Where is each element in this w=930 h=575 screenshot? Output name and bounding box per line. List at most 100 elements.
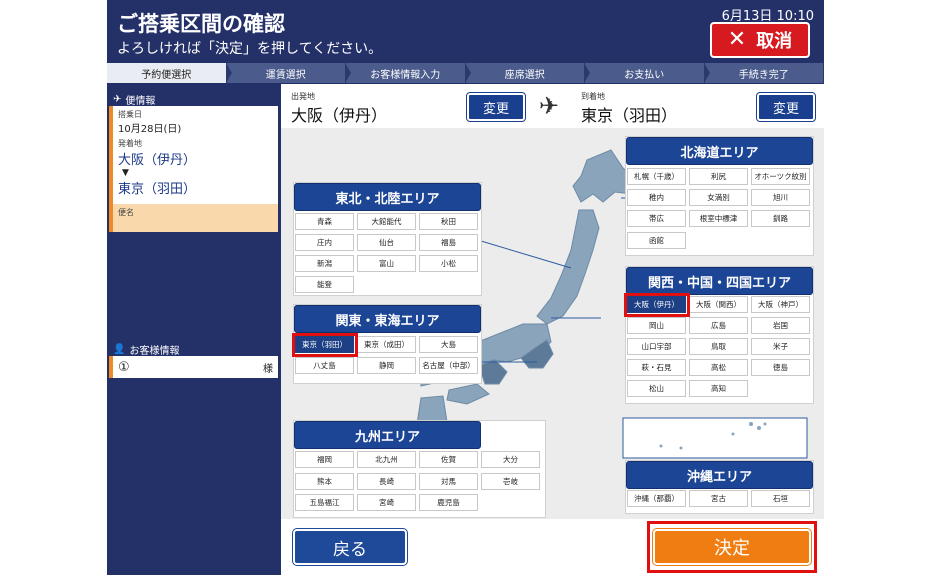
step-2: 運賃選択 bbox=[227, 63, 351, 83]
airport-button[interactable]: 大館能代 bbox=[357, 213, 416, 230]
airport-button[interactable]: 大島 bbox=[419, 336, 478, 353]
kyushu-area-title: 九州エリア bbox=[294, 421, 481, 449]
kanto-area-title: 関東・東海エリア bbox=[294, 305, 481, 333]
step-arrow-icon bbox=[464, 63, 471, 83]
route-label: 発着地 bbox=[118, 139, 142, 148]
airport-button[interactable]: 松山 bbox=[627, 380, 686, 397]
airport-button[interactable]: 札幌（千歳） bbox=[627, 168, 686, 185]
airport-button[interactable]: 能登 bbox=[295, 276, 354, 293]
airport-button[interactable]: 岩国 bbox=[751, 317, 810, 334]
airport-button[interactable]: 名古屋（中部） bbox=[419, 357, 478, 374]
highlight-confirm bbox=[647, 521, 817, 573]
airport-button[interactable]: 宮古 bbox=[689, 490, 748, 507]
airport-button[interactable]: 富山 bbox=[357, 255, 416, 272]
airport-button[interactable]: 女満別 bbox=[689, 189, 748, 206]
airport-button[interactable]: 高松 bbox=[689, 359, 748, 376]
airport-button[interactable]: 新潟 bbox=[295, 255, 354, 272]
airport-button[interactable]: 帯広 bbox=[627, 210, 686, 227]
step-label: 運賃選択 bbox=[265, 69, 306, 81]
airport-button[interactable]: 壱岐 bbox=[481, 473, 540, 490]
shikoku-shape bbox=[446, 383, 490, 405]
page-subtitle: よろしければ「決定」を押してください。 bbox=[117, 41, 383, 57]
step-label: 座席選択 bbox=[504, 69, 545, 81]
airport-button[interactable]: 根室中標津 bbox=[689, 210, 748, 227]
airport-button[interactable]: 釧路 bbox=[751, 210, 810, 227]
step-label: 予約便選択 bbox=[141, 69, 192, 81]
step-1: 予約便選択 bbox=[107, 63, 232, 83]
kiosk-screen: ご搭乗区間の確認 よろしければ「決定」を押してください。 6月13日 10:10… bbox=[107, 0, 824, 575]
okinawa-inset bbox=[622, 417, 808, 459]
close-icon: ✕ bbox=[727, 27, 747, 52]
step-arrow-icon bbox=[584, 63, 590, 83]
airport-button[interactable]: 八丈島 bbox=[295, 357, 354, 374]
airplane-icon: ✈ bbox=[539, 92, 560, 120]
airport-button[interactable]: 鳥取 bbox=[689, 338, 748, 355]
airport-button[interactable]: 東京（成田） bbox=[357, 336, 416, 353]
flight-number-label: 便名 bbox=[118, 208, 134, 217]
airport-button[interactable]: 高知 bbox=[689, 380, 748, 397]
progress-steps: 予約便選択 運賃選択 お客様情報入力 座席選択 お支払い 手続き完了 bbox=[107, 63, 824, 83]
airport-button[interactable]: 熊本 bbox=[295, 473, 354, 490]
change-arrival-button[interactable]: 変更 bbox=[756, 92, 816, 122]
airport-button[interactable]: 山口宇部 bbox=[627, 338, 686, 355]
cancel-button[interactable]: ✕ 取消 bbox=[710, 22, 810, 58]
airport-button[interactable]: 宮崎 bbox=[357, 494, 416, 511]
customer-number: ① bbox=[118, 359, 130, 375]
step-5: お支払い bbox=[585, 63, 710, 83]
airport-button[interactable]: 秋田 bbox=[419, 213, 478, 230]
airport-button[interactable]: 広島 bbox=[689, 317, 748, 334]
airport-button[interactable]: 旭川 bbox=[751, 189, 810, 206]
main-panel: 出発地 大阪（伊丹） 変更 ✈ 到着地 東京（羽田） 変更 北海道エリア 東北・… bbox=[281, 84, 824, 575]
airport-button[interactable]: 福岡 bbox=[295, 451, 354, 468]
airport-button[interactable]: 岡山 bbox=[627, 317, 686, 334]
step-arrow-icon bbox=[225, 63, 232, 83]
board-date-label: 搭乗日 bbox=[118, 110, 142, 119]
airport-button[interactable]: 沖縄（那覇） bbox=[627, 490, 686, 507]
footer-bar: 戻る 決定 bbox=[281, 519, 824, 575]
step-label: お支払い bbox=[624, 69, 665, 81]
back-button[interactable]: 戻る bbox=[292, 528, 408, 566]
airplane-icon: ✈ bbox=[113, 94, 122, 105]
sidebar: ✈ 便情報 搭乗日 10月28日(日) 発着地 大阪（伊丹） ▼ 東京（羽田） 便… bbox=[107, 84, 280, 575]
airport-button[interactable]: 利尻 bbox=[689, 168, 748, 185]
airport-button[interactable]: 大阪（関西） bbox=[689, 296, 748, 313]
airport-button[interactable]: 萩・石見 bbox=[627, 359, 686, 376]
step-label: 手続き完了 bbox=[738, 69, 789, 81]
flight-info-box: 搭乗日 10月28日(日) 発着地 大阪（伊丹） ▼ 東京（羽田） bbox=[109, 106, 278, 204]
down-arrow-icon: ▼ bbox=[122, 168, 129, 178]
cancel-label: 取消 bbox=[756, 31, 793, 52]
step-6: 手続き完了 bbox=[705, 63, 824, 83]
airport-button[interactable]: 稚内 bbox=[627, 189, 686, 206]
airport-button[interactable]: 青森 bbox=[295, 213, 354, 230]
kansai-area-title: 関西・中国・四国エリア bbox=[626, 267, 813, 295]
airport-button[interactable]: 函館 bbox=[627, 232, 686, 249]
airport-button[interactable]: 庄内 bbox=[295, 234, 354, 251]
flight-info-label: 便情報 bbox=[125, 96, 156, 107]
airport-button[interactable]: 静岡 bbox=[357, 357, 416, 374]
okinawa-area-title: 沖縄エリア bbox=[626, 461, 813, 489]
airport-button[interactable]: 長崎 bbox=[357, 473, 416, 490]
airport-button[interactable]: 仙台 bbox=[357, 234, 416, 251]
customer-heading: 👤 お客様情報 bbox=[113, 342, 179, 357]
airport-button[interactable]: オホーツク紋別 bbox=[751, 168, 810, 185]
step-arrow-icon bbox=[703, 63, 710, 83]
airport-button[interactable]: 五島福江 bbox=[295, 494, 354, 511]
airport-button[interactable]: 大阪（神戸） bbox=[751, 296, 810, 313]
airport-button[interactable]: 福島 bbox=[419, 234, 478, 251]
airport-button[interactable]: 小松 bbox=[419, 255, 478, 272]
airport-button[interactable]: 米子 bbox=[751, 338, 810, 355]
airport-button[interactable]: 佐賀 bbox=[419, 451, 478, 468]
airport-button[interactable]: 北九州 bbox=[357, 451, 416, 468]
airport-button[interactable]: 徳島 bbox=[751, 359, 810, 376]
change-departure-button[interactable]: 変更 bbox=[466, 92, 526, 122]
airport-button[interactable]: 鹿児島 bbox=[419, 494, 478, 511]
customer-row: ① 様 bbox=[109, 356, 278, 378]
arrival-city: 東京（羽田） bbox=[581, 106, 678, 125]
flight-number-box: 便名 bbox=[109, 204, 278, 232]
step-arrow-icon bbox=[345, 63, 351, 83]
step-label: お客様情報入力 bbox=[370, 69, 441, 81]
airport-button[interactable]: 対馬 bbox=[419, 473, 478, 490]
airport-button[interactable]: 石垣 bbox=[751, 490, 810, 507]
highlight-haneda bbox=[292, 333, 358, 357]
airport-button[interactable]: 大分 bbox=[481, 451, 540, 468]
